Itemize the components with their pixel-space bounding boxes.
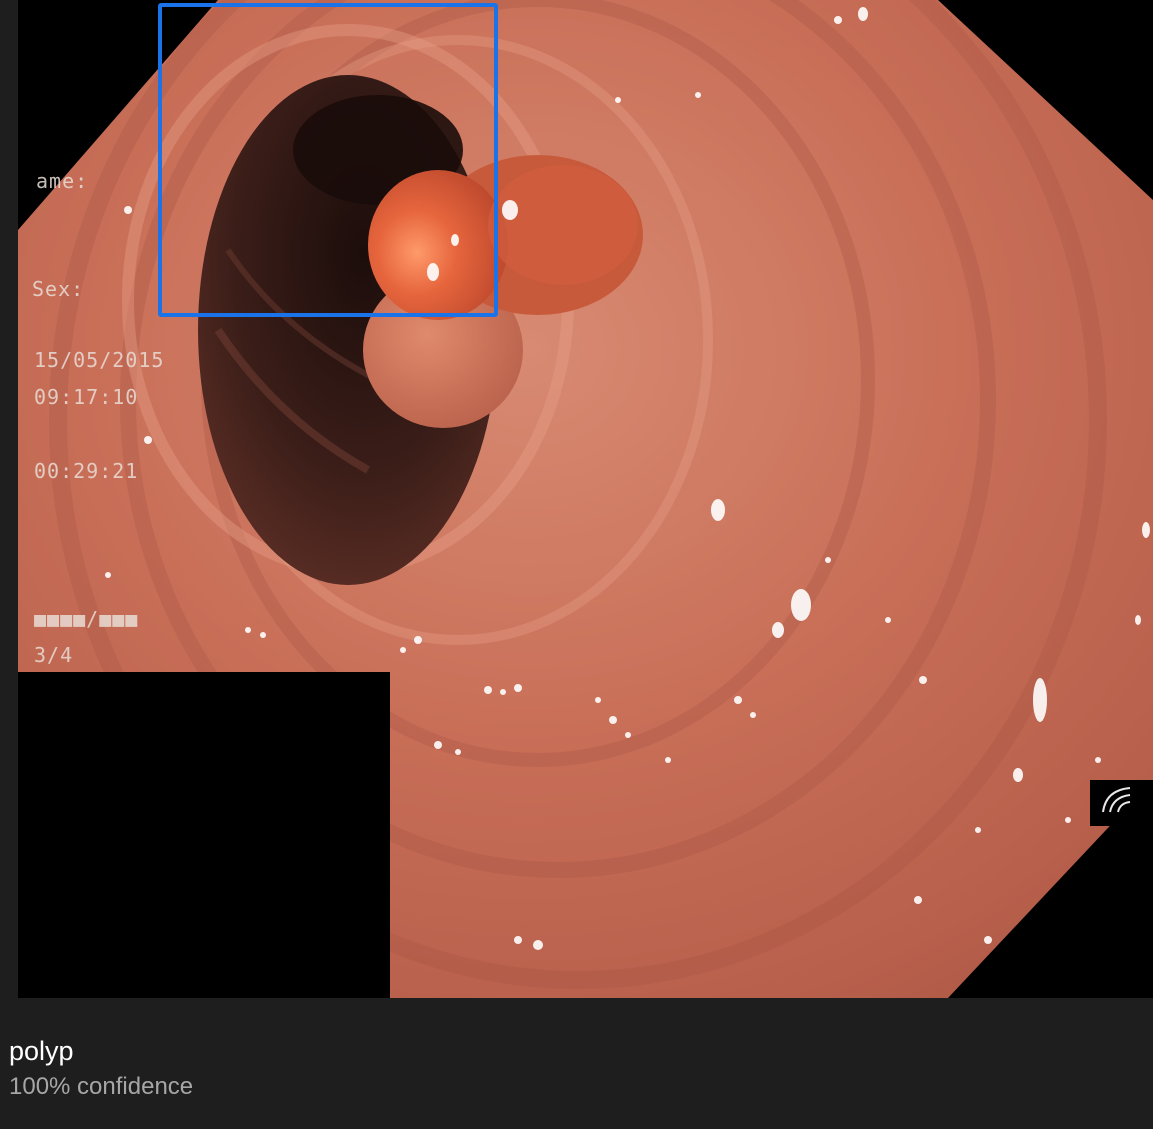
- osd-sex-label: Sex:: [32, 277, 84, 301]
- osd-name-label: ame:: [36, 169, 88, 193]
- endoscopy-image-viewer: ame: Sex: 15/05/2015 09:17:10 00:29:21 ■…: [18, 0, 1153, 998]
- mask-block: [18, 672, 390, 998]
- osd-page: 3/4: [34, 643, 73, 667]
- detection-caption: polyp 100% confidence: [9, 1035, 1139, 1103]
- osd-date: 15/05/2015: [34, 348, 164, 372]
- osd-time: 09:17:10: [34, 385, 138, 409]
- detection-label: polyp: [9, 1036, 74, 1066]
- osd-masked-id: ■■■■/■■■: [34, 607, 138, 631]
- polyp-detection-box[interactable]: [158, 3, 498, 317]
- osd-elapsed: 00:29:21: [34, 459, 138, 483]
- detection-confidence: 100% confidence: [9, 1073, 194, 1100]
